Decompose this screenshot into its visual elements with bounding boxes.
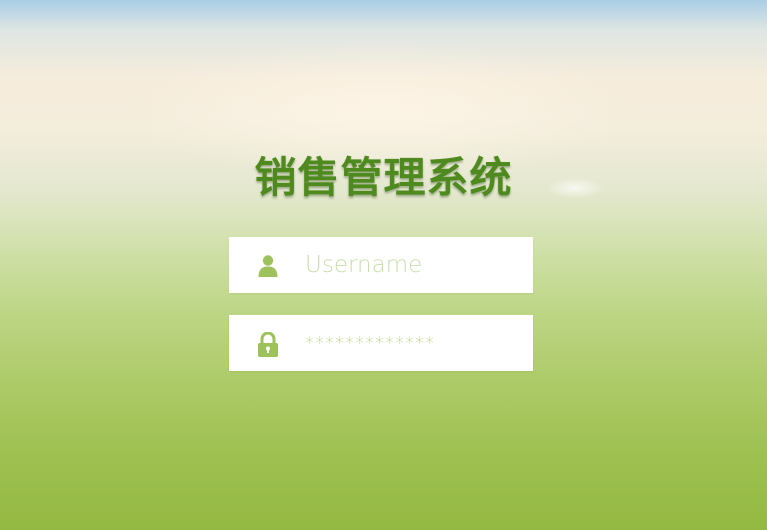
app-title: 销售管理系统 xyxy=(254,153,513,202)
password-input[interactable] xyxy=(299,315,530,371)
username-field-container[interactable] xyxy=(229,237,533,293)
user-icon xyxy=(257,254,279,278)
lock-icon xyxy=(257,331,279,357)
password-field-container[interactable] xyxy=(229,315,533,371)
login-screen: 销售管理系统 xyxy=(0,0,767,530)
username-input[interactable] xyxy=(299,237,530,293)
